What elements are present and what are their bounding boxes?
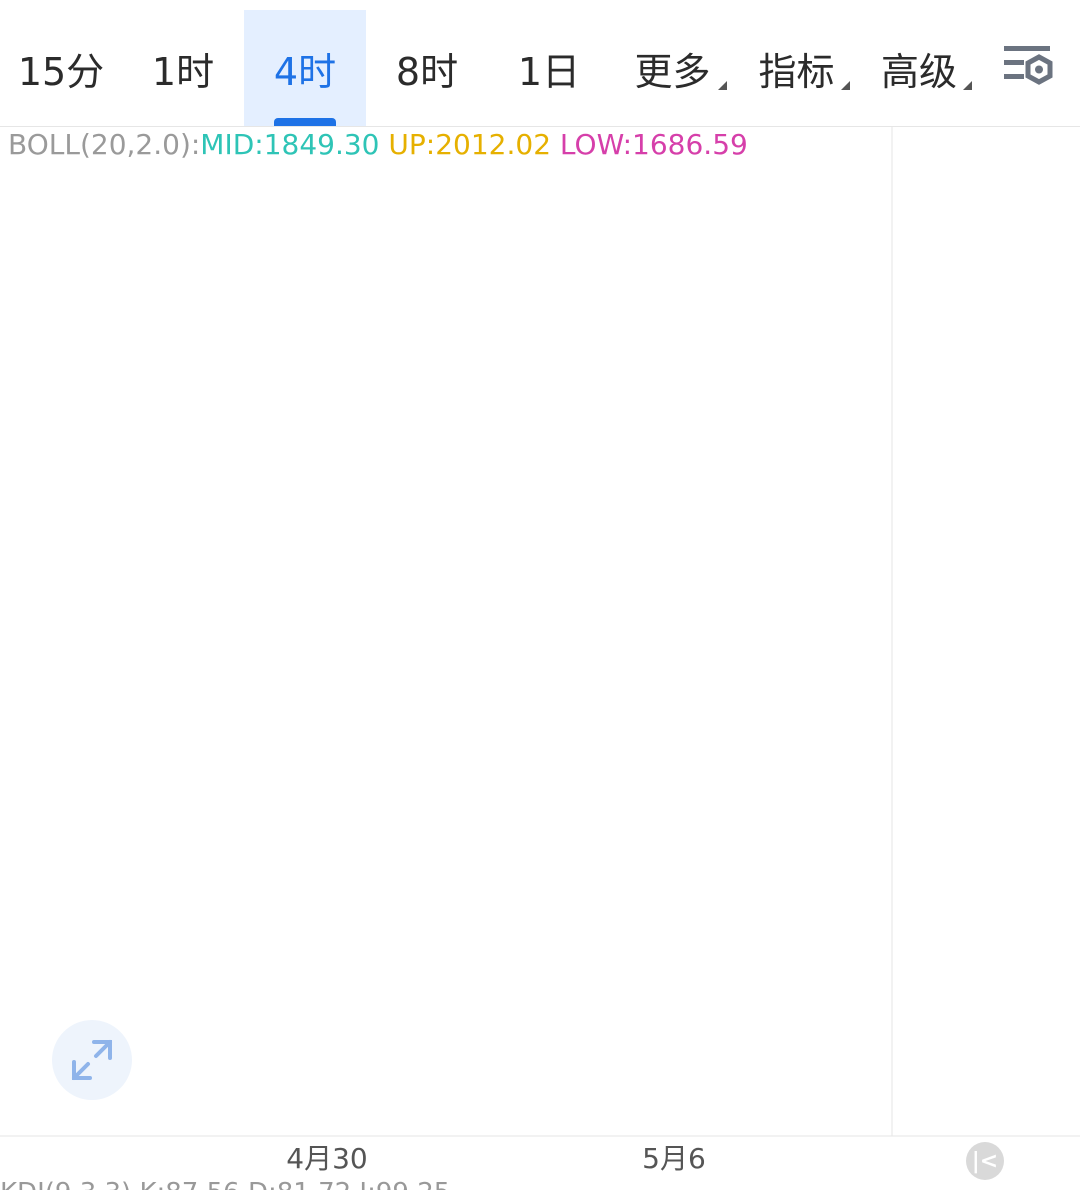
candlestick-chart[interactable]: 2000195019001850180017501700165016001550… [0, 126, 1080, 1190]
fullscreen-button[interactable] [52, 1020, 132, 1100]
tab-8[interactable]: 高级 [858, 10, 980, 126]
tab-3[interactable]: 4时 [244, 10, 366, 126]
tab-label: 高级 [880, 49, 957, 94]
expand-arrows-icon [72, 1040, 112, 1080]
dropdown-caret-icon [963, 81, 972, 90]
tab-label: 8时 [395, 49, 459, 94]
x-axis-date-label: 5月6 [642, 1142, 706, 1175]
chart-settings-icon [1004, 46, 1053, 85]
active-tab-indicator [274, 118, 336, 126]
tab-5[interactable]: 1日 [488, 10, 610, 126]
tab-7[interactable]: 指标 [735, 10, 858, 126]
dropdown-caret-icon [718, 81, 727, 90]
collapse-panel-button[interactable]: |< [966, 1142, 1004, 1180]
tab-label: 1时 [151, 49, 215, 94]
tab-label: 4时 [273, 49, 337, 94]
tab-label: 15分 [17, 49, 105, 94]
tab-label: 1日 [517, 49, 581, 94]
tab-6[interactable]: 更多 [610, 10, 735, 126]
tab-2[interactable]: 1时 [122, 10, 244, 126]
collapse-left-icon: |< [971, 1148, 999, 1174]
tab-label: 指标 [758, 49, 835, 94]
x-axis-date-label: 4月30 [286, 1142, 367, 1175]
chart-settings-button[interactable] [1000, 40, 1058, 96]
tab-label: 更多 [634, 49, 711, 94]
dropdown-caret-icon [841, 81, 850, 90]
tab-4[interactable]: 8时 [366, 10, 488, 126]
kdj-indicator-readout: KDJ(9,3,3) K:87.56 D:81.72 J:99.25 [0, 1178, 450, 1190]
timeframe-tab-bar: 15分 1时 4时 8时 1日 更多 指标 高级 [0, 0, 1080, 127]
tab-1[interactable]: 15分 [0, 10, 122, 126]
